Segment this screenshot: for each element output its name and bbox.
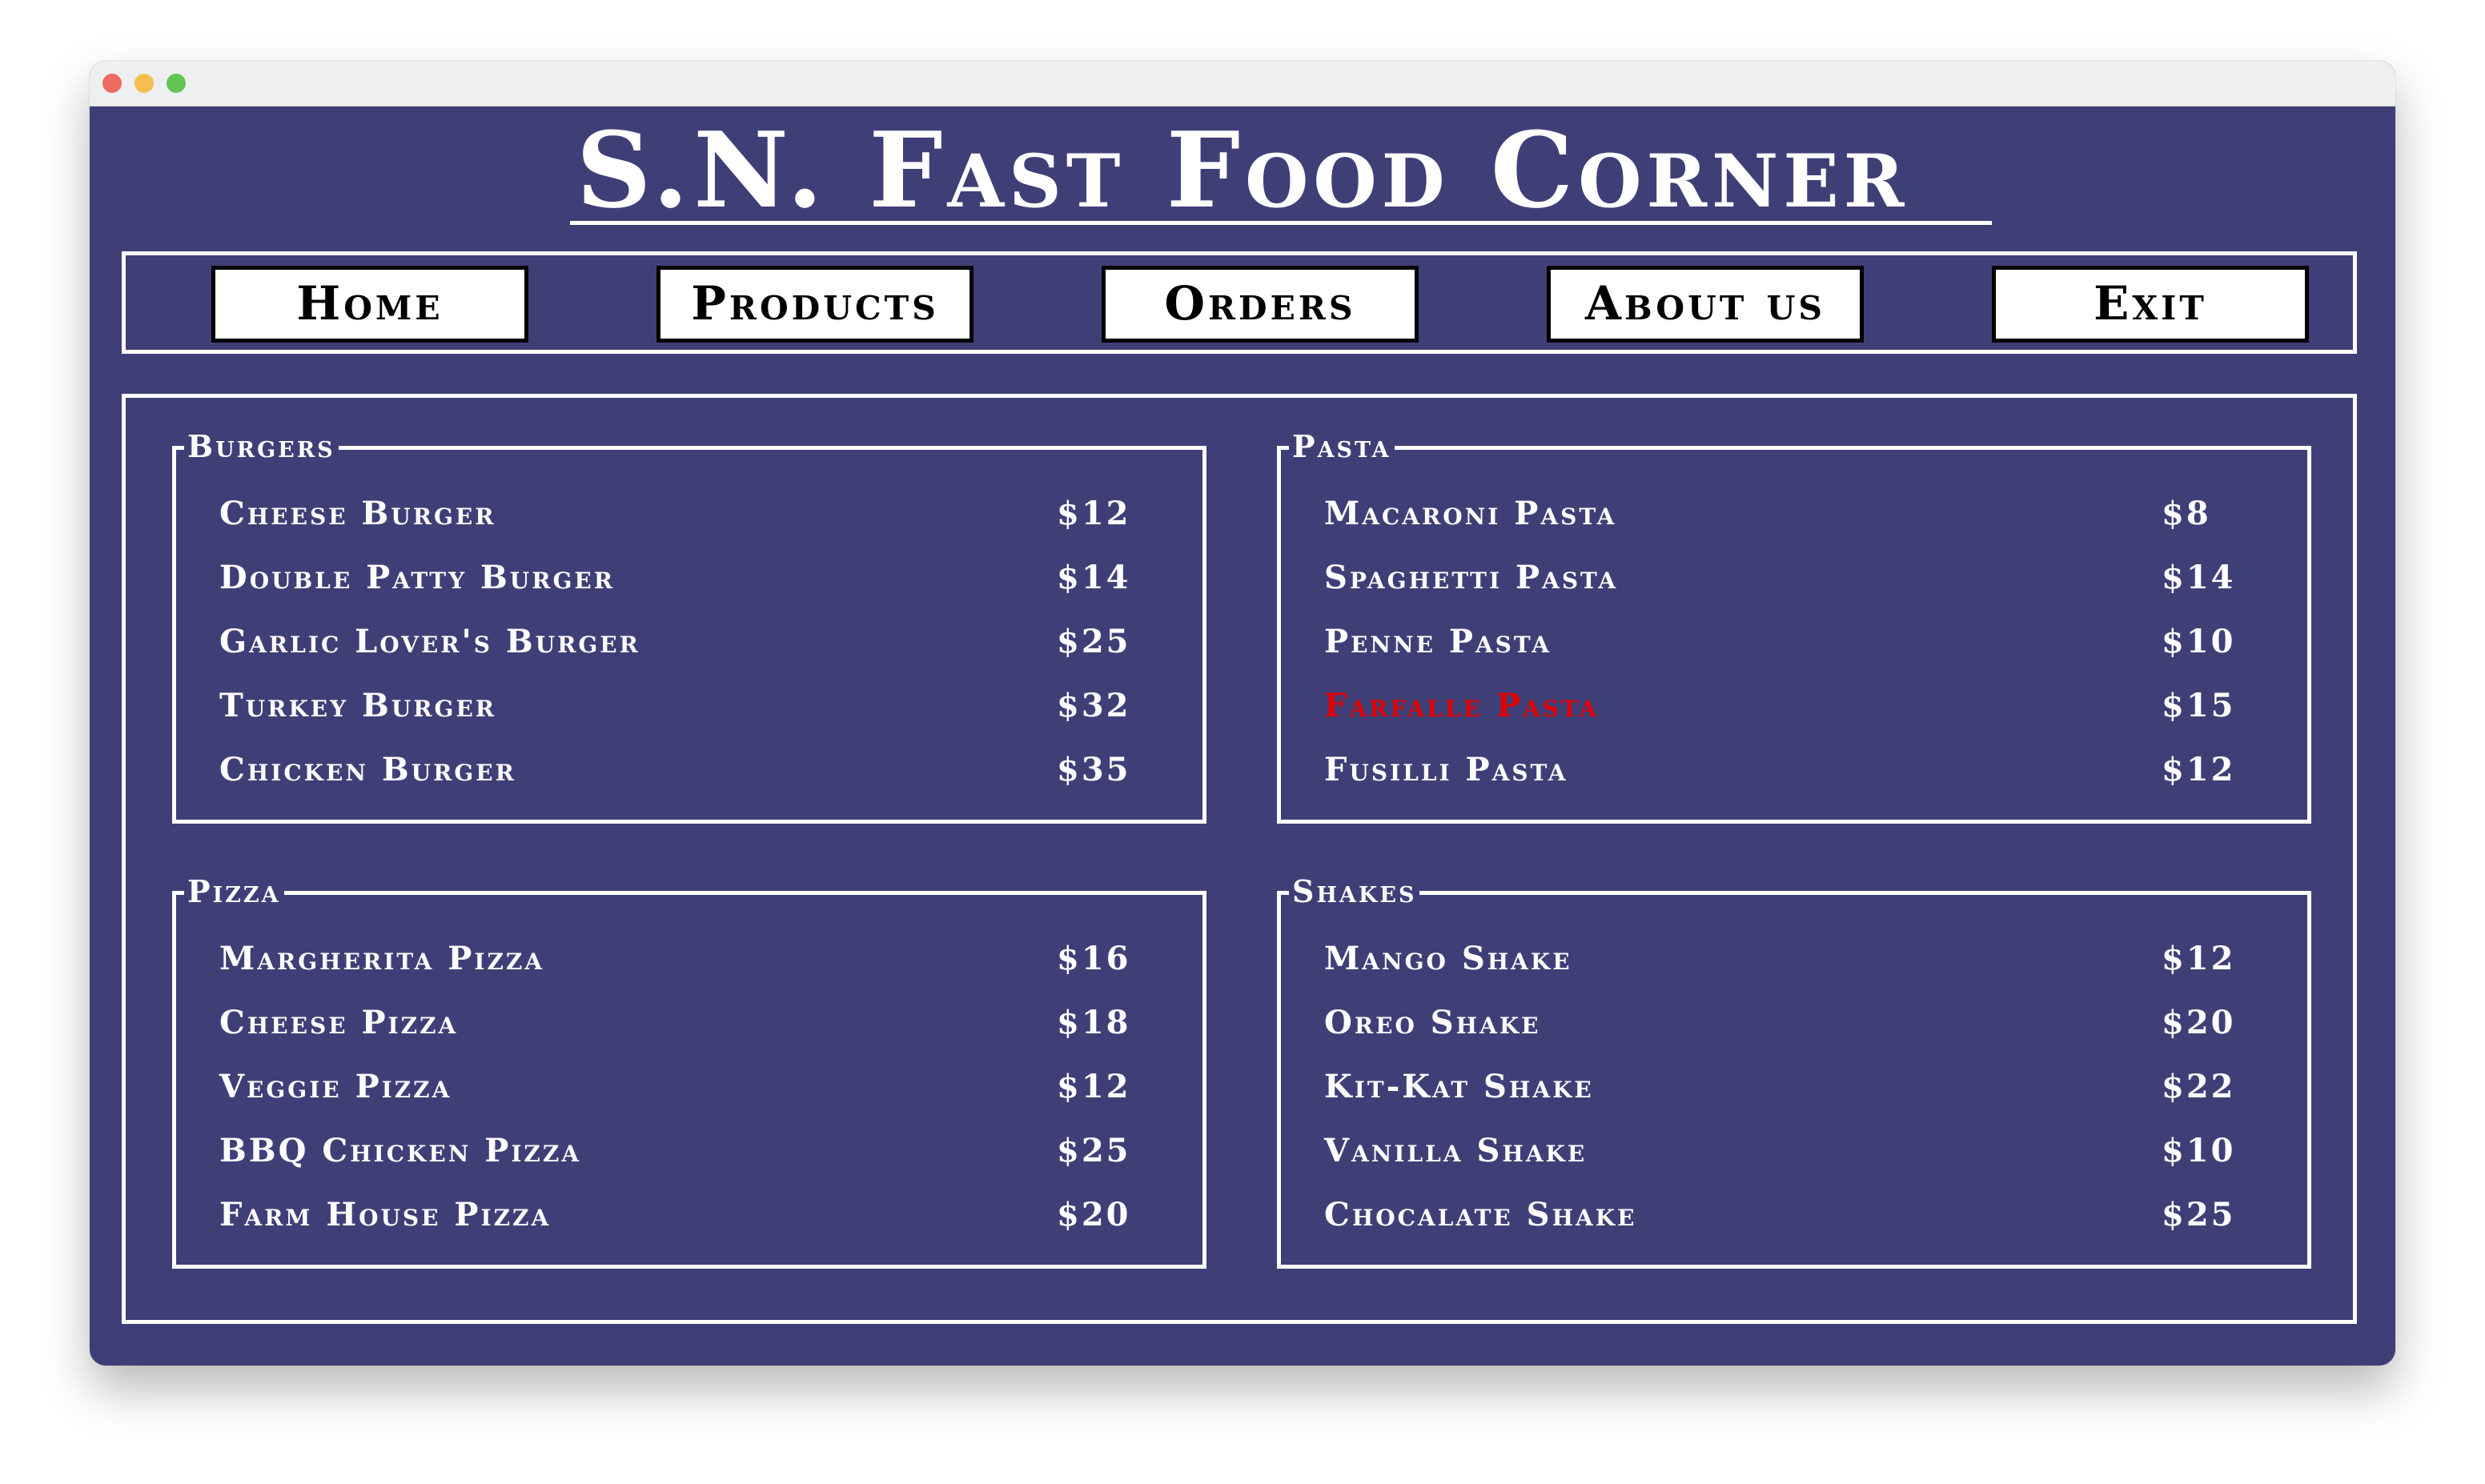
menu-item-name: Kit-Kat Shake [1324, 1068, 1594, 1105]
menu-item[interactable]: Penne Pasta $10 [1281, 618, 2307, 666]
menu-item[interactable]: Veggie Pizza $12 [176, 1063, 1202, 1111]
menu-item-price: $20 [1057, 1196, 1131, 1233]
nav-orders-button[interactable]: Orders [1102, 266, 1419, 343]
category-title: Burgers [184, 429, 339, 464]
nav-exit-button[interactable]: Exit [1992, 266, 2309, 343]
window-titlebar [90, 61, 2395, 106]
menu-item[interactable]: Chicken Burger $35 [176, 746, 1202, 794]
menu-item-price: $12 [2162, 940, 2236, 977]
menu-item-name: Double Patty Burger [219, 559, 615, 596]
menu-item[interactable]: Farm House Pizza $20 [176, 1191, 1202, 1239]
menu-item-price: $12 [1057, 1068, 1131, 1105]
category-title: Shakes [1289, 874, 1420, 909]
category-title: Pizza [184, 874, 284, 909]
menu-item-name: Mango Shake [1324, 940, 1572, 977]
menu-item-price: $12 [1057, 495, 1131, 532]
menu-item-name: Turkey Burger [219, 687, 497, 724]
menu-item-name: Farfalle Pasta [1324, 687, 1600, 724]
menu-item[interactable]: Spaghetti Pasta $14 [1281, 554, 2307, 602]
nav-products-button[interactable]: Products [656, 266, 974, 343]
menu-item-name: Cheese Pizza [219, 1004, 459, 1041]
menu-item[interactable]: Chocalate Shake $25 [1281, 1191, 2307, 1239]
app-title: S.N. Fast Food Corner [576, 109, 1909, 231]
menu-item-name: Macaroni Pasta [1324, 495, 1617, 532]
category-pasta: Pasta Macaroni Pasta $8 Spaghetti Pasta … [1277, 429, 2311, 824]
menu-item-price: $18 [1057, 1004, 1131, 1041]
menu-item[interactable]: Kit-Kat Shake $22 [1281, 1063, 2307, 1111]
menu-item-price: $25 [2162, 1196, 2236, 1233]
menu-item-name: BBQ Chicken Pizza [219, 1132, 582, 1169]
category-title: Pasta [1289, 429, 1395, 464]
menu-item-selected[interactable]: Farfalle Pasta $15 [1281, 682, 2307, 730]
menu-item[interactable]: Cheese Burger $12 [176, 490, 1202, 538]
menu-item-name: Margherita Pizza [219, 940, 545, 977]
title-underline [570, 221, 1992, 225]
menu-panel: Burgers Cheese Burger $12 Double Patty B… [122, 394, 2357, 1324]
menu-item[interactable]: Turkey Burger $32 [176, 682, 1202, 730]
menu-item-name: Penne Pasta [1324, 623, 1552, 660]
menu-item-price: $22 [2162, 1068, 2236, 1105]
category-burgers: Burgers Cheese Burger $12 Double Patty B… [172, 429, 1206, 824]
menu-item-price: $10 [2162, 1132, 2236, 1169]
menu-item[interactable]: BBQ Chicken Pizza $25 [176, 1127, 1202, 1175]
menu-item[interactable]: Fusilli Pasta $12 [1281, 746, 2307, 794]
menu-item[interactable]: Mango Shake $12 [1281, 935, 2307, 983]
category-shakes: Shakes Mango Shake $12 Oreo Shake $20 Ki… [1277, 874, 2311, 1269]
menu-item-name: Cheese Burger [219, 495, 496, 532]
menu-item[interactable]: Vanilla Shake $10 [1281, 1127, 2307, 1175]
menu-item-price: $10 [2162, 623, 2236, 660]
menu-item-price: $35 [1057, 751, 1131, 788]
menu-item-name: Veggie Pizza [219, 1068, 452, 1105]
menu-item-price: $15 [2162, 687, 2236, 724]
menu-item-name: Oreo Shake [1324, 1004, 1541, 1041]
menu-item-price: $20 [2162, 1004, 2236, 1041]
menu-item[interactable]: Macaroni Pasta $8 [1281, 490, 2307, 538]
menu-item[interactable]: Garlic Lover's Burger $25 [176, 618, 1202, 666]
menu-item-name: Vanilla Shake [1324, 1132, 1588, 1169]
menu-item-price: $14 [2162, 559, 2236, 596]
nav-about-us-button[interactable]: About us [1547, 266, 1864, 343]
menu-item-name: Spaghetti Pasta [1324, 559, 1619, 596]
menu-item[interactable]: Double Patty Burger $14 [176, 554, 1202, 602]
maximize-window-icon[interactable] [167, 74, 186, 93]
minimize-window-icon[interactable] [134, 74, 154, 93]
menu-item[interactable]: Margherita Pizza $16 [176, 935, 1202, 983]
nav-home-button[interactable]: Home [211, 266, 528, 343]
menu-item-price: $32 [1057, 687, 1131, 724]
menu-item[interactable]: Oreo Shake $20 [1281, 999, 2307, 1047]
menu-item-price: $16 [1057, 940, 1131, 977]
menu-item-price: $14 [1057, 559, 1131, 596]
menu-item-name: Fusilli Pasta [1324, 751, 1568, 788]
menu-item[interactable]: Cheese Pizza $18 [176, 999, 1202, 1047]
app-window: S.N. Fast Food Corner Home Products Orde… [90, 61, 2395, 1366]
menu-item-name: Chocalate Shake [1324, 1196, 1637, 1233]
menu-item-price: $25 [1057, 1132, 1131, 1169]
close-window-icon[interactable] [102, 74, 122, 93]
menu-item-price: $12 [2162, 751, 2236, 788]
menu-item-name: Farm House Pizza [219, 1196, 552, 1233]
menu-item-price: $8 [2162, 495, 2211, 532]
category-pizza: Pizza Margherita Pizza $16 Cheese Pizza … [172, 874, 1206, 1269]
menu-item-name: Chicken Burger [219, 751, 516, 788]
menu-item-name: Garlic Lover's Burger [219, 623, 640, 660]
menu-item-price: $25 [1057, 623, 1131, 660]
